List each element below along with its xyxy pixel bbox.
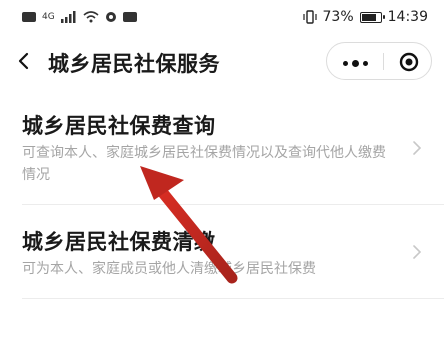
status-icons-left: 4G	[22, 11, 137, 23]
notification-icon	[122, 12, 137, 22]
miniprogram-capsule	[326, 42, 432, 80]
item-title: 城乡居民社保费查询	[22, 114, 216, 138]
item-title: 城乡居民社保费清缴	[22, 230, 216, 254]
item-description: 可为本人、家庭成员或他人清缴城乡居民社保费	[22, 261, 316, 277]
list-divider	[22, 204, 444, 205]
location-icon	[105, 12, 116, 22]
chevron-right-icon	[413, 245, 422, 259]
battery-icon	[359, 11, 385, 23]
signal-icon	[60, 11, 76, 23]
list-item-fee-query[interactable]: 城乡居民社保费查询 可查询本人、家庭城乡居民社保费情况以及查询代他人缴费情况	[0, 96, 444, 202]
item-description: 可查询本人、家庭城乡居民社保费情况以及查询代他人缴费情况	[22, 145, 386, 183]
page-title: 城乡居民社保服务	[48, 52, 220, 76]
battery-percent: 73%	[322, 9, 354, 25]
capsule-divider	[383, 53, 384, 70]
list-item-fee-payment[interactable]: 城乡居民社保费清缴 可为本人、家庭成员或他人清缴城乡居民社保费	[0, 206, 444, 298]
back-button[interactable]	[12, 44, 36, 78]
more-dots-icon[interactable]	[343, 60, 368, 67]
nav-bar: 城乡居民社保服务	[0, 36, 444, 86]
chevron-right-icon	[413, 141, 422, 155]
wifi-icon	[83, 11, 99, 23]
status-time: 14:39	[387, 9, 428, 25]
network-icon: 4G	[42, 12, 55, 22]
vibrate-icon	[302, 10, 317, 24]
status-bar: 4G 73% 14:39	[0, 0, 444, 36]
status-icons-right: 73% 14:39	[302, 9, 428, 25]
sim-icon	[22, 12, 36, 22]
target-close-icon[interactable]	[399, 52, 419, 72]
chevron-left-icon	[18, 52, 29, 70]
list-divider	[22, 298, 444, 299]
